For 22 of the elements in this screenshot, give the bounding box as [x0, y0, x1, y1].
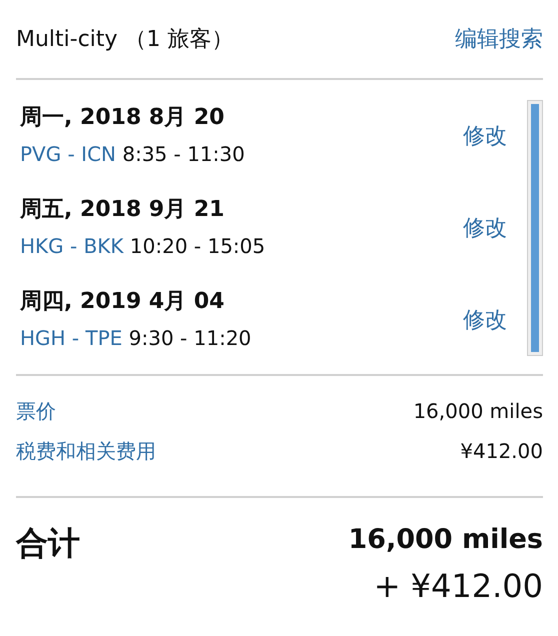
- flight-times: 10:20 - 15:05: [130, 234, 266, 258]
- flight-date: 周五, 2018 9月 21: [20, 196, 226, 224]
- scrollbar[interactable]: [527, 100, 543, 356]
- route-code: PVG - ICN: [20, 142, 116, 166]
- fare-value: ¥412.00: [460, 438, 543, 465]
- change-link[interactable]: 修改: [463, 213, 507, 243]
- trip-title: Multi-city （1 旅客）: [16, 26, 234, 54]
- flight-times: 8:35 - 11:30: [122, 142, 245, 166]
- edit-search-link[interactable]: 编辑搜索: [455, 24, 543, 54]
- fare-label-link[interactable]: 税费和相关费用: [16, 434, 156, 468]
- change-link[interactable]: 修改: [463, 305, 507, 335]
- flight-date: 周一, 2018 8月 20: [20, 104, 226, 132]
- route-code: HKG - BKK: [20, 234, 124, 258]
- fare-label-link[interactable]: 票价: [16, 394, 56, 428]
- route-code: HGH - TPE: [20, 326, 122, 350]
- flight-date: 周四, 2019 4月 04: [20, 288, 226, 316]
- fare-value: 16,000 miles: [413, 398, 543, 425]
- total-cash: + ¥412.00: [374, 566, 543, 607]
- total-label: 合计: [16, 523, 80, 564]
- flight-times: 9:30 - 11:20: [128, 326, 252, 350]
- change-link[interactable]: 修改: [463, 121, 507, 151]
- total-miles: 16,000 miles: [348, 523, 543, 557]
